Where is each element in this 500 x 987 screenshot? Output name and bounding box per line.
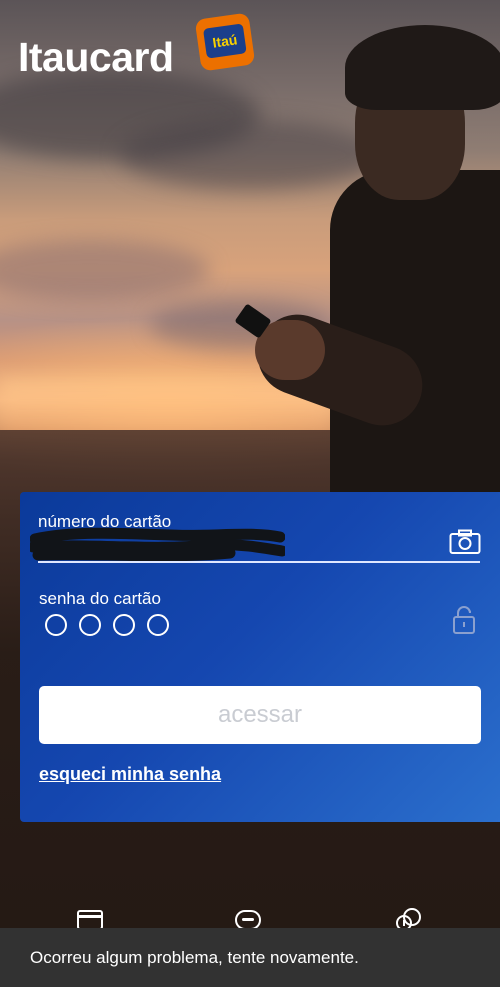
- redacted-card-number: [30, 527, 285, 561]
- itau-badge-text: Itaú: [202, 23, 247, 59]
- error-toast: Ocorreu algum problema, tente novamente.: [0, 928, 500, 987]
- error-toast-message: Ocorreu algum problema, tente novamente.: [30, 947, 359, 967]
- card-number-underline: [38, 561, 480, 563]
- pin-digit-4: [147, 614, 169, 636]
- pin-digit-2: [79, 614, 101, 636]
- itau-badge: Itaú: [194, 12, 256, 72]
- pin-digit-1: [45, 614, 67, 636]
- lock-icon: [453, 606, 475, 634]
- pin-digit-3: [113, 614, 135, 636]
- logo-wordmark: Itaucard: [18, 34, 174, 80]
- forgot-password-link[interactable]: esqueci minha senha: [39, 764, 221, 785]
- password-input[interactable]: [45, 614, 169, 636]
- access-button[interactable]: acessar: [39, 686, 481, 744]
- password-label: senha do cartão: [39, 589, 161, 608]
- camera-icon[interactable]: [449, 529, 481, 555]
